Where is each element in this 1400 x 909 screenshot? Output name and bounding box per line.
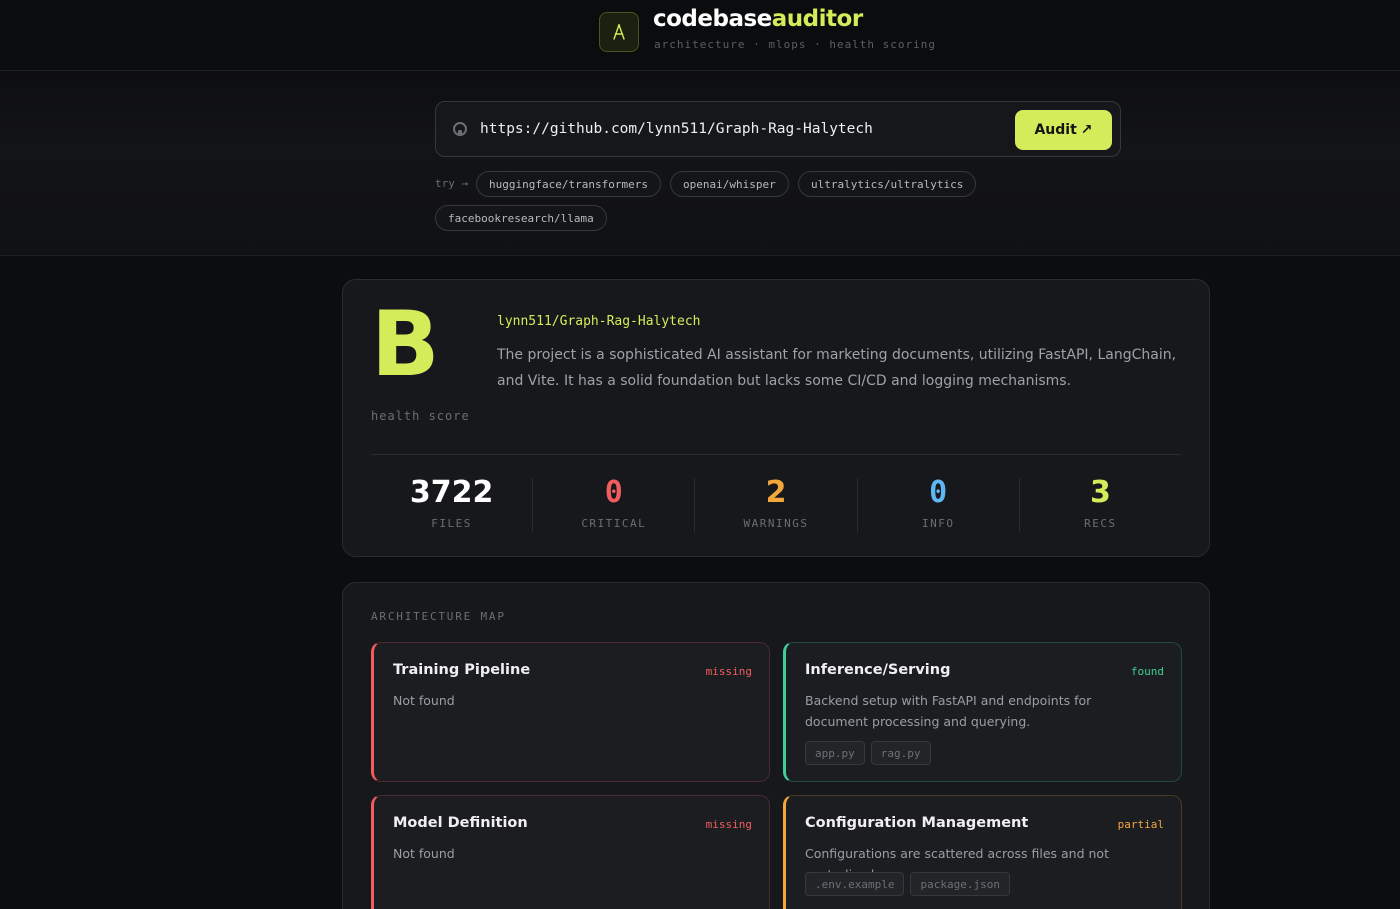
panel-description: Not found (393, 693, 455, 708)
stat-info: 0 INFO (856, 475, 1019, 532)
status-badge: found (1130, 665, 1164, 678)
arch-panel-training-pipeline[interactable]: Training Pipeline missing Not found (371, 642, 770, 782)
try-label: try → (435, 177, 469, 190)
repo-url-input[interactable] (480, 112, 1000, 146)
panel-description: Backend setup with FastAPI and endpoints… (805, 693, 1092, 729)
app-header: codebaseauditor architecture · mlops · h… (0, 0, 1400, 71)
arch-panel-configuration-management[interactable]: Configuration Management partial Configu… (783, 795, 1182, 909)
status-badge: missing (705, 818, 752, 831)
audit-button-label: Audit (1034, 122, 1077, 138)
brand-accent: auditor (771, 6, 863, 32)
file-tag[interactable]: package.json (910, 872, 1010, 896)
stat-value: 3722 (409, 475, 494, 510)
stat-label: RECS (1084, 517, 1117, 530)
divider (371, 454, 1181, 455)
stat-warnings: 2 WARNINGS (694, 478, 856, 532)
arch-panel-inference-serving[interactable]: Inference/Serving found Backend setup wi… (783, 642, 1182, 782)
arch-panel-model-definition[interactable]: Model Definition missing Not found (371, 795, 770, 909)
repo-summary: The project is a sophisticated AI assist… (497, 347, 1177, 389)
panel-title: Configuration Management (805, 815, 1029, 831)
brand-title: codebaseauditor (653, 6, 863, 32)
stats-row: 3722 FILES 0 CRITICAL 2 WARNINGS 0 INFO … (371, 478, 1181, 532)
stat-label: CRITICAL (581, 517, 647, 530)
stat-value: 0 (604, 475, 623, 510)
suggestion-chip[interactable]: openai/whisper (670, 171, 789, 197)
brand-primary: codebase (653, 6, 772, 32)
stat-value: 0 (929, 475, 948, 510)
arrow-up-right-icon: ↗ (1080, 122, 1093, 138)
github-icon (453, 122, 467, 136)
panel-title: Inference/Serving (805, 662, 951, 678)
file-tag[interactable]: rag.py (870, 741, 931, 765)
search-section: Audit ↗ try → huggingface/transformers o… (0, 72, 1400, 256)
panel-title: Training Pipeline (393, 662, 531, 678)
stat-value: 2 (765, 475, 787, 510)
stat-recs: 3 RECS (1018, 475, 1181, 532)
stat-label: WARNINGS (743, 517, 809, 530)
repo-name: lynn511/Graph-Rag-Halytech (497, 314, 701, 329)
status-badge: partial (1117, 818, 1164, 831)
stat-files: 3722 FILES (371, 478, 532, 532)
stat-critical: 0 CRITICAL (532, 478, 694, 532)
logo-icon (599, 12, 639, 52)
health-grade-label: health score (371, 409, 470, 423)
tagline: architecture · mlops · health scoring (654, 38, 937, 51)
panel-title: Model Definition (393, 815, 528, 831)
panel-description: Not found (393, 846, 455, 861)
suggestion-chip[interactable]: huggingface/transformers (476, 171, 661, 197)
file-tags: .env.example package.json (805, 872, 1010, 896)
audit-button[interactable]: Audit ↗ (1015, 110, 1112, 150)
status-badge: missing (705, 665, 752, 678)
file-tags: app.py rag.py (805, 741, 931, 765)
suggestion-chip[interactable]: facebookresearch/llama (435, 205, 607, 231)
stat-label: INFO (921, 517, 955, 530)
architecture-map-title: ARCHITECTURE MAP (371, 610, 506, 623)
compass-icon (613, 24, 625, 40)
search-box: Audit ↗ (435, 101, 1121, 157)
stat-value: 3 (1089, 475, 1111, 510)
file-tag[interactable]: .env.example (805, 872, 905, 896)
stat-label: FILES (431, 517, 472, 530)
health-score-card: B health score lynn511/Graph-Rag-Halytec… (342, 279, 1210, 557)
file-tag[interactable]: app.py (805, 741, 865, 765)
architecture-map-card: ARCHITECTURE MAP Training Pipeline missi… (342, 582, 1210, 909)
health-grade: B (371, 292, 440, 397)
suggestion-chip[interactable]: ultralytics/ultralytics (798, 171, 977, 197)
